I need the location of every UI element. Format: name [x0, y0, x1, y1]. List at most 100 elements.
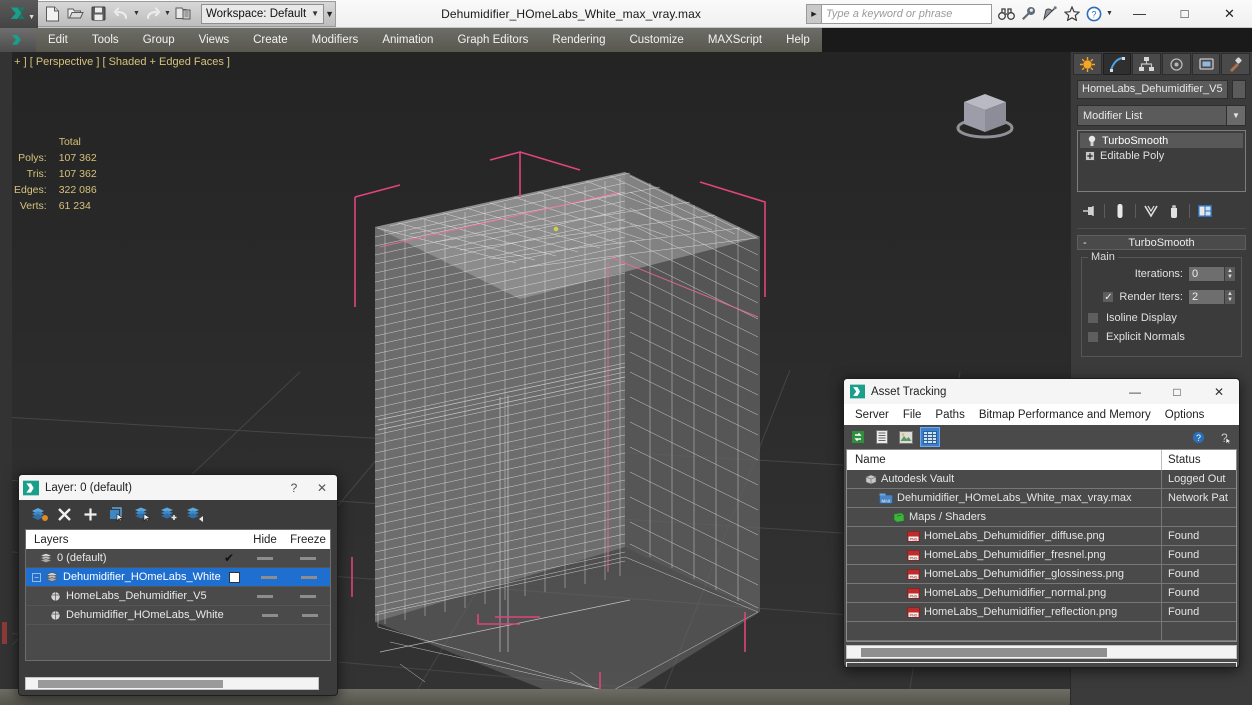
menu-item-rendering[interactable]: Rendering — [540, 28, 617, 52]
asset-row-name-cell[interactable]: Maps / Shaders — [847, 507, 1162, 527]
tab-motion[interactable] — [1162, 53, 1191, 75]
asset-row[interactable]: PNG HomeLabs_Dehumidifier_fresnel.png Foun… — [847, 545, 1236, 565]
chevron-down-icon[interactable]: ▼ — [1226, 106, 1245, 125]
undo-dropdown-icon[interactable]: ▼ — [133, 10, 140, 17]
asset-row-name-cell[interactable]: PNG HomeLabs_Dehumidifier_fresnel.png — [847, 545, 1162, 565]
menu-logo-icon[interactable] — [0, 28, 36, 52]
asset-scrollbar-thumb[interactable] — [861, 648, 1107, 657]
plus-box-icon[interactable] — [1084, 150, 1095, 161]
remove-modifier-icon[interactable] — [1164, 202, 1184, 220]
layer-freeze-cell[interactable] — [286, 594, 330, 598]
thumbnail-view-icon[interactable] — [897, 428, 915, 446]
rollout-collapse-icon[interactable]: - — [1083, 237, 1087, 249]
layer-row-name-cell[interactable]: HomeLabs_Dehumidifier_V5 — [26, 590, 214, 602]
tab-hierarchy[interactable] — [1132, 53, 1162, 75]
pin-stack-icon[interactable] — [1079, 202, 1099, 220]
layer-dialog[interactable]: Layer: 0 (default) ? ✕ Layers Hide Freez… — [18, 474, 338, 696]
help-dropdown-icon[interactable]: ▼ — [1106, 10, 1113, 17]
layer-freeze-cell[interactable] — [290, 613, 330, 617]
asset-row-name-cell[interactable]: PNG HomeLabs_Dehumidifier_reflection.png — [847, 602, 1162, 622]
lightbulb-icon[interactable] — [1086, 135, 1097, 146]
satellite-dish-icon[interactable] — [1040, 4, 1060, 24]
hide-dash-icon[interactable] — [262, 613, 279, 617]
context-help-icon[interactable]: ? — [1215, 428, 1233, 446]
isoline-display-row[interactable]: Isoline Display — [1087, 312, 1236, 324]
iterations-value[interactable]: 0 — [1188, 266, 1225, 282]
asset-row[interactable]: PNG HomeLabs_Dehumidifier_reflection.png F… — [847, 602, 1236, 622]
menu-item-maxscript[interactable]: MAXScript — [696, 28, 774, 52]
menu-item-views[interactable]: Views — [187, 28, 241, 52]
show-end-result-icon[interactable] — [1110, 202, 1130, 220]
asset-row[interactable]: PNG HomeLabs_Dehumidifier_normal.png Found — [847, 583, 1236, 603]
workspace-selector[interactable]: Workspace: Default ▼ — [201, 3, 325, 24]
layer-help-button[interactable]: ? — [283, 481, 305, 495]
asset-horizontal-scrollbar[interactable] — [846, 645, 1237, 659]
render-iters-value[interactable]: 2 — [1188, 289, 1225, 305]
grid-view-icon[interactable] — [920, 427, 940, 447]
layer-row[interactable]: HomeLabs_Dehumidifier_V5 — [26, 587, 330, 606]
tab-modify[interactable] — [1102, 53, 1132, 75]
asset-menu-options[interactable]: Options — [1158, 409, 1212, 421]
asset-row-name-cell[interactable]: Autodesk Vault — [847, 469, 1162, 489]
layer-freeze-cell[interactable] — [289, 575, 330, 579]
make-unique-icon[interactable] — [1141, 202, 1161, 220]
help-question-icon[interactable]: ? — [1189, 428, 1207, 446]
render-iters-checkbox[interactable]: ✓ — [1102, 291, 1115, 303]
search-box[interactable]: ▶ Type a keyword or phrase — [806, 3, 992, 24]
modifier-stack[interactable]: TurboSmooth Editable Poly — [1077, 130, 1246, 192]
asset-row-name-cell[interactable]: MAX Dehumidifier_HOmeLabs_White_max_vray.… — [847, 488, 1162, 508]
tab-utilities[interactable] — [1221, 53, 1251, 75]
refresh-icon[interactable] — [849, 428, 867, 446]
star-icon[interactable] — [1062, 4, 1082, 24]
asset-close-button[interactable]: ✕ — [1201, 380, 1237, 404]
layer-hide-cell[interactable] — [251, 613, 289, 617]
minimize-button[interactable]: — — [1117, 0, 1162, 28]
tab-display[interactable] — [1191, 53, 1221, 75]
layer-hide-cell[interactable] — [244, 594, 286, 598]
current-layer-check-icon[interactable]: ✔ — [214, 551, 244, 565]
tab-create[interactable] — [1073, 53, 1102, 75]
object-name-field[interactable]: HomeLabs_Dehumidifier_V5 — [1077, 80, 1228, 99]
isoline-display-checkbox[interactable] — [1087, 312, 1099, 324]
close-button[interactable]: ✕ — [1207, 0, 1252, 28]
menu-item-tools[interactable]: Tools — [80, 28, 131, 52]
asset-row[interactable]: PNG HomeLabs_Dehumidifier_glossiness.png F… — [847, 564, 1236, 584]
layer-freeze-cell[interactable] — [286, 556, 330, 560]
iterations-spinner-arrows[interactable]: ▲ ▼ — [1225, 266, 1236, 282]
menu-item-customize[interactable]: Customize — [617, 28, 695, 52]
layer-horizontal-scrollbar[interactable] — [25, 677, 319, 690]
menu-item-create[interactable]: Create — [241, 28, 300, 52]
new-file-icon[interactable] — [41, 3, 63, 25]
redo-icon[interactable] — [141, 3, 163, 25]
layer-list[interactable]: Layers Hide Freeze 0 (default) ✔ − Dehumidi… — [25, 529, 331, 661]
current-layer-checkbox[interactable] — [221, 571, 249, 583]
hide-dash-icon[interactable] — [257, 556, 273, 560]
asset-menu-bitmap-performance-and-memory[interactable]: Bitmap Performance and Memory — [972, 409, 1158, 421]
layer-hide-cell[interactable] — [249, 575, 289, 579]
list-view-icon[interactable] — [873, 428, 891, 446]
asset-minimize-button[interactable]: — — [1117, 380, 1153, 404]
modifier-list-dropdown[interactable]: Modifier List ▼ — [1077, 105, 1246, 126]
freeze-dash-icon[interactable] — [300, 594, 316, 598]
asset-row-name-cell[interactable]: PNG HomeLabs_Dehumidifier_glossiness.png — [847, 564, 1162, 584]
hide-dash-icon[interactable] — [260, 575, 277, 579]
viewport-label[interactable]: [ + ] [ Perspective ] [ Shaded + Edged F… — [8, 56, 230, 68]
add-layer-icon[interactable] — [81, 505, 100, 524]
undo-icon[interactable] — [110, 3, 132, 25]
explicit-normals-checkbox[interactable] — [1087, 331, 1099, 343]
asset-row[interactable]: PNG HomeLabs_Dehumidifier_diffuse.png Foun… — [847, 526, 1236, 546]
layer-row[interactable]: Dehumidifier_HOmeLabs_White — [26, 606, 330, 625]
asset-table[interactable]: Name Status Autodesk Vault Logged Out MAX D… — [846, 449, 1237, 642]
open-file-icon[interactable] — [64, 3, 86, 25]
workspace-dropdown-icon[interactable]: ▼ — [325, 9, 334, 19]
configure-modifier-sets-icon[interactable] — [1195, 202, 1215, 220]
asset-row[interactable] — [847, 621, 1236, 641]
menu-item-animation[interactable]: Animation — [370, 28, 445, 52]
wrench-icon[interactable] — [1018, 4, 1038, 24]
layer-row-name-cell[interactable]: − Dehumidifier_HOmeLabs_White — [26, 571, 221, 583]
highlight-selected-objects-icon[interactable] — [133, 505, 152, 524]
layer-close-button[interactable]: ✕ — [311, 481, 333, 495]
asset-tracking-dialog[interactable]: Asset Tracking — □ ✕ Server File Paths Bitm… — [843, 378, 1240, 668]
stack-item-turbosmooth[interactable]: TurboSmooth — [1080, 133, 1243, 148]
search-input[interactable]: Type a keyword or phrase — [822, 3, 992, 24]
